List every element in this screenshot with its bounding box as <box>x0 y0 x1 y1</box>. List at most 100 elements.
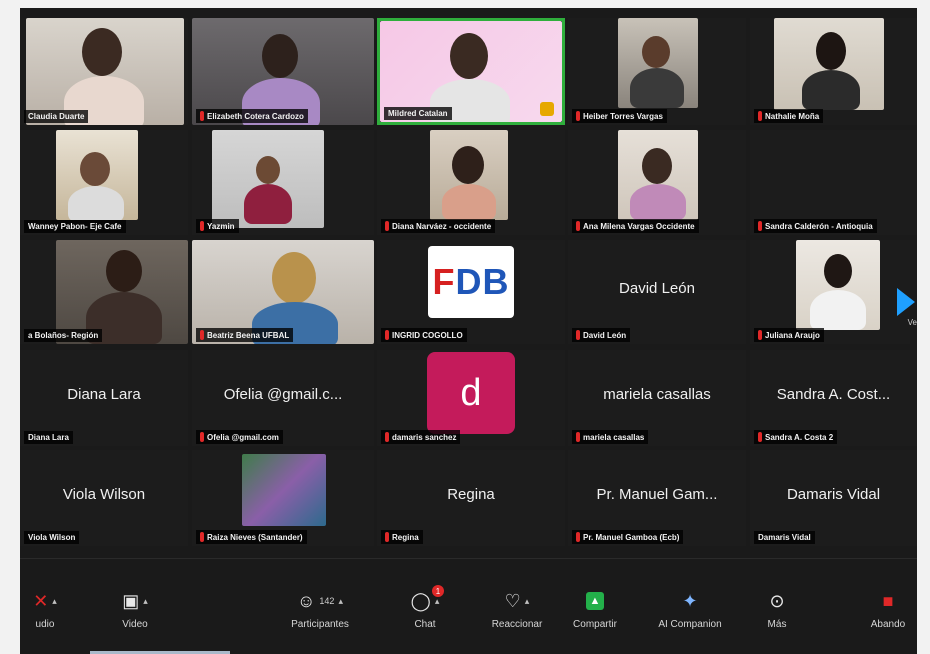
react-button[interactable]: ♡ ▴ Reaccionar <box>472 589 562 631</box>
participant-tile[interactable]: F DB INGRID COGOLLO <box>377 240 565 344</box>
gallery-grid: Claudia Duarte Elizabeth Cotera Cardozo … <box>20 18 917 548</box>
participant-tile[interactable]: Sandra Calderón - Antioquia <box>750 130 917 235</box>
participant-name-tag: Damaris Vidal <box>754 531 815 544</box>
participant-name-tag: Mildred Catalan <box>384 107 452 120</box>
participant-tile[interactable]: Elizabeth Cotera Cardozo <box>192 18 374 125</box>
video-button[interactable]: ▣ ▴ Video <box>90 589 180 631</box>
mic-muted-icon <box>200 221 204 231</box>
mic-muted-icon <box>385 330 389 340</box>
mic-muted-icon <box>758 432 762 442</box>
participant-video <box>618 130 698 220</box>
meeting-window: Claudia Duarte Elizabeth Cotera Cardozo … <box>20 8 917 654</box>
participant-tile[interactable]: Pr. Manuel Gam... Pr. Manuel Gamboa (Ecb… <box>568 450 746 546</box>
more-icon: ⊙ <box>769 590 785 611</box>
participant-tile[interactable]: Yazmin <box>192 130 374 235</box>
participant-tile[interactable]: Diana Lara Diana Lara <box>20 350 188 446</box>
participant-tile[interactable]: Diana Narváez - occidente <box>377 130 565 235</box>
participant-tile[interactable]: Regina Regina <box>377 450 565 546</box>
participant-tile[interactable]: Nathalie Moña <box>750 18 917 125</box>
chevron-up-icon[interactable]: ▴ <box>525 596 530 607</box>
mic-muted-icon: ✕ <box>33 590 49 611</box>
ai-companion-button[interactable]: ✦ AI Companion <box>640 589 740 631</box>
mic-muted-icon <box>385 221 389 231</box>
participant-display-name: Regina <box>447 486 495 504</box>
participant-tile[interactable]: Claudia Duarte <box>20 18 188 125</box>
participant-name-tag: David León <box>572 328 631 342</box>
participant-video <box>212 130 324 228</box>
participant-video <box>618 18 698 108</box>
meeting-toolbar: ✕ ▴ udio ▣ ▴ Video ☺ 142 ▴ Participantes ◯ 1 ▴… <box>20 558 917 654</box>
mic-muted-icon <box>758 111 762 121</box>
leave-icon: ■ <box>882 590 894 611</box>
cut-off-label: Ve <box>907 318 917 327</box>
participant-name-tag: Sandra Calderón - Antioquia <box>754 219 877 233</box>
mic-muted-icon <box>758 330 762 340</box>
share-screen-icon: ▲ <box>586 592 604 610</box>
participant-display-name: Pr. Manuel Gam... <box>596 486 718 504</box>
participant-tile[interactable]: Damaris Vidal Damaris Vidal <box>750 450 917 546</box>
participant-tile[interactable]: Viola Wilson Viola Wilson <box>20 450 188 546</box>
mic-muted-icon <box>576 432 580 442</box>
chevron-up-icon[interactable]: ▴ <box>52 596 57 607</box>
participant-tile[interactable]: d damaris sanchez <box>377 350 565 446</box>
participant-name-tag: Pr. Manuel Gamboa (Ecb) <box>572 530 684 544</box>
leave-button[interactable]: ■ Abando <box>848 589 917 631</box>
participant-display-name: Damaris Vidal <box>786 486 881 504</box>
participant-name-tag: Juliana Araujo <box>754 328 824 342</box>
chevron-up-icon[interactable]: ▴ <box>435 596 440 607</box>
participant-name-tag: a Bolaños- Región <box>24 329 103 342</box>
participant-video <box>430 130 508 220</box>
mic-muted-icon <box>758 221 762 231</box>
participant-name-tag: Ofelia @gmail.com <box>196 430 283 444</box>
participant-name-tag: Viola Wilson <box>24 531 80 544</box>
participant-name-tag: damaris sanchez <box>381 430 461 444</box>
participant-name-tag: Beatriz Beena UFBAL <box>196 328 294 342</box>
chat-icon: ◯ <box>410 590 431 611</box>
participant-name-tag: Heiber Torres Vargas <box>572 109 667 123</box>
participant-tile[interactable]: Ana Milena Vargas Occidente <box>568 130 746 235</box>
participant-display-name: Diana Lara <box>67 386 141 404</box>
participant-tile[interactable]: Heiber Torres Vargas <box>568 18 746 125</box>
participant-video <box>26 18 184 125</box>
participant-video <box>242 454 326 526</box>
participant-count: 142 <box>319 596 335 606</box>
mic-muted-icon <box>200 330 204 340</box>
next-page-arrow-icon[interactable] <box>897 288 915 316</box>
participant-tile[interactable]: Raiza Nieves (Santander) <box>192 450 374 546</box>
mic-muted-icon <box>576 532 580 542</box>
participant-name-tag: mariela casallas <box>572 430 649 444</box>
participant-display-name: David León <box>619 279 695 297</box>
participant-video <box>774 18 884 110</box>
people-icon: ☺ <box>297 590 316 611</box>
participant-tile[interactable]: Sandra A. Cost... Sandra A. Costa 2 <box>750 350 917 446</box>
more-button[interactable]: ⊙ Más <box>732 589 822 631</box>
participant-tile[interactable]: Wanney Pabon- Eje Cafe <box>20 130 188 235</box>
participant-name-tag: Diana Lara <box>24 431 73 444</box>
participant-display-name: Viola Wilson <box>62 486 146 504</box>
participant-name-tag: Diana Narváez - occidente <box>381 219 496 233</box>
participant-tile[interactable]: David León David León <box>568 240 746 344</box>
participant-tile[interactable]: Ofelia @gmail.c... Ofelia @gmail.com <box>192 350 374 446</box>
share-button[interactable]: ▲ Compartir <box>550 589 640 630</box>
chat-button[interactable]: ◯ 1 ▴ Chat <box>380 585 470 630</box>
participant-video <box>56 130 138 220</box>
participant-name-tag: Nathalie Moña <box>754 109 824 123</box>
mic-muted-icon <box>385 432 389 442</box>
participant-tile[interactable]: Juliana Araujo <box>750 240 910 344</box>
mic-muted-icon <box>200 532 204 542</box>
participant-name-tag: Raiza Nieves (Santander) <box>196 530 307 544</box>
mic-muted-icon <box>576 111 580 121</box>
dbm-logo-icon: F DB <box>428 246 514 318</box>
audio-button[interactable]: ✕ ▴ udio <box>20 589 90 631</box>
participant-name-tag: Ana Milena Vargas Occidente <box>572 219 699 233</box>
chevron-up-icon[interactable]: ▴ <box>143 596 148 607</box>
participant-tile[interactable]: Beatriz Beena UFBAL <box>192 240 374 344</box>
participant-video <box>796 240 880 330</box>
participant-tile-active-speaker[interactable]: Mildred Catalan <box>377 18 565 125</box>
participants-button[interactable]: ☺ 142 ▴ Participantes <box>265 589 375 631</box>
participant-display-name: Sandra A. Cost... <box>776 386 891 404</box>
participant-tile[interactable]: a Bolaños- Región <box>20 240 188 344</box>
participant-tile[interactable]: mariela casallas mariela casallas <box>568 350 746 446</box>
participant-name-tag: Sandra A. Costa 2 <box>754 430 838 444</box>
chevron-up-icon[interactable]: ▴ <box>338 596 343 607</box>
